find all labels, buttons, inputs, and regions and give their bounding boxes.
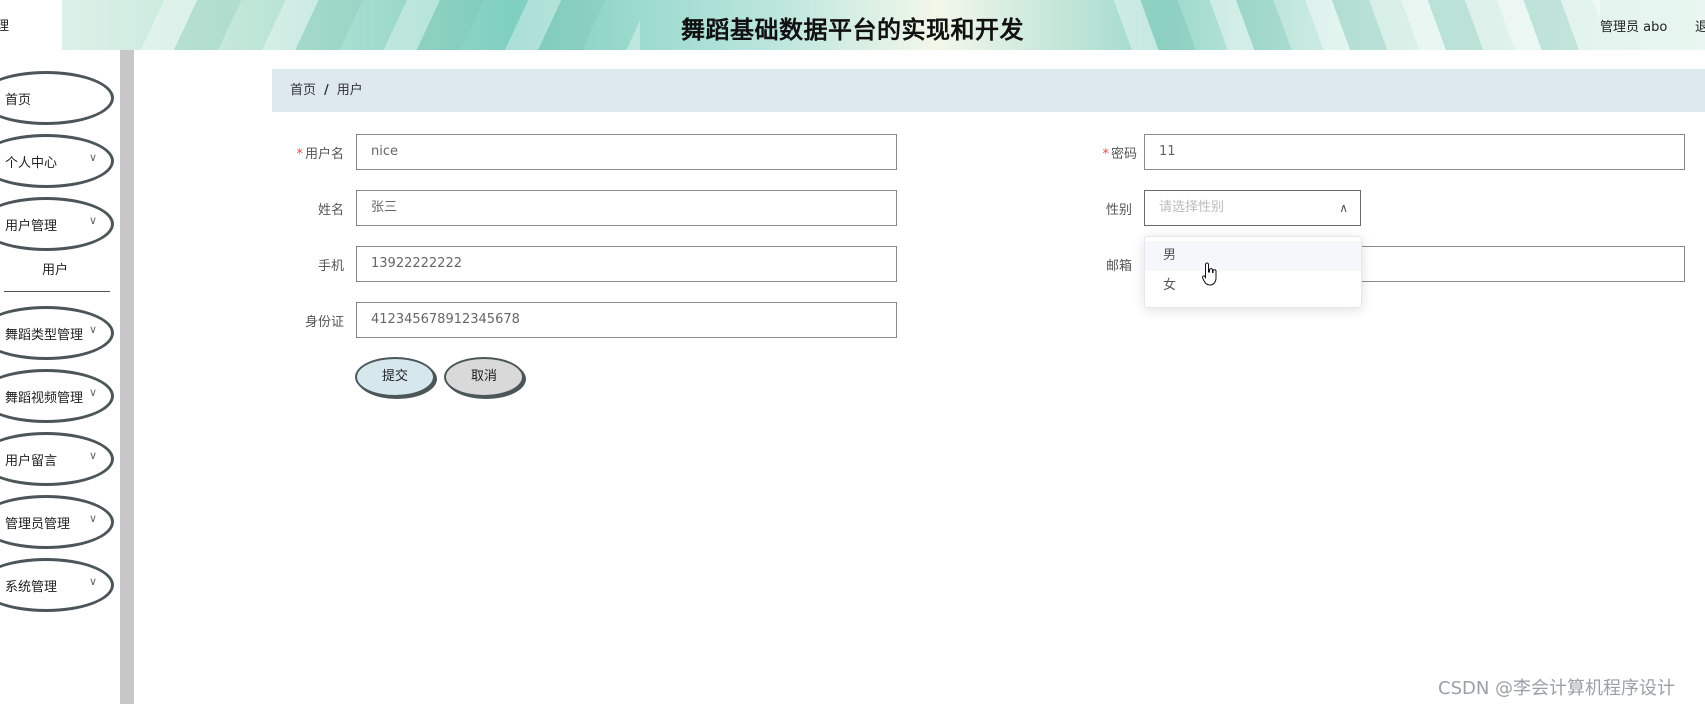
chevron-up-icon: ∧: [1339, 201, 1348, 215]
sidebar-item-label: 首页: [5, 93, 32, 108]
chevron-down-icon: ∨: [88, 449, 97, 462]
watermark: CSDN @李会计算机程序设计: [1438, 678, 1676, 699]
breadcrumb-home[interactable]: 首页: [290, 83, 316, 98]
chevron-down-icon: ∨: [88, 575, 97, 588]
cancel-button[interactable]: 取消: [444, 357, 524, 397]
sidebar-item-label: 个人中心: [5, 156, 58, 171]
logout-link[interactable]: 退出: [1695, 16, 1705, 35]
sidebar-item-dance-video-management[interactable]: 舞蹈视频管理 ∨: [0, 369, 114, 423]
breadcrumb: 首页 / 用户: [272, 69, 1705, 112]
sidebar-item-label: 管理员管理: [5, 517, 71, 532]
chevron-down-icon: ∨: [88, 386, 97, 399]
sidebar-item-user-messages[interactable]: 用户留言 ∨: [0, 432, 114, 486]
sidebar-item-user-management[interactable]: 用户管理 ∨: [0, 197, 114, 251]
sidebar-item-label: 用户留言: [5, 454, 58, 469]
sidebar-item-system-management[interactable]: 系统管理 ∨: [0, 558, 114, 612]
breadcrumb-separator: /: [324, 83, 329, 98]
name-label: 姓名: [317, 203, 344, 218]
email-label: 邮箱: [1105, 259, 1132, 274]
app-title: 舞蹈基础数据平台的实现和开发: [681, 16, 1024, 44]
gender-label: 性别: [1105, 203, 1132, 218]
password-label-text: 密码: [1110, 147, 1137, 162]
hand-cursor-icon: [1202, 262, 1217, 286]
name-input[interactable]: 张三: [356, 190, 897, 226]
sidebar-item-label: 系统管理: [5, 580, 58, 595]
gender-select[interactable]: 请选择性别 ∧: [1144, 190, 1361, 226]
required-marker: *: [296, 147, 303, 162]
chevron-down-icon: ∨: [88, 512, 97, 525]
username-label-text: 用户名: [304, 147, 344, 162]
gender-option-male[interactable]: 男: [1145, 241, 1361, 271]
sidebar-item-label: 舞蹈类型管理: [5, 328, 84, 343]
sidebar-subitem-underline: [4, 291, 110, 292]
password-label: * 密码: [1057, 143, 1137, 162]
gender-dropdown: 男 女: [1144, 236, 1362, 308]
sidebar-subitem-user[interactable]: 用户: [0, 259, 110, 278]
required-marker: *: [1102, 147, 1109, 162]
sidebar-item-label: 舞蹈视频管理: [5, 391, 84, 406]
sidebar-item-home[interactable]: 首页: [0, 71, 114, 125]
current-user: 管理员 abo: [1600, 20, 1668, 35]
sidebar-scrollbar[interactable]: [120, 50, 134, 704]
chevron-down-icon: ∨: [88, 323, 97, 336]
username-input[interactable]: nice: [356, 134, 897, 170]
chevron-down-icon: ∨: [88, 151, 97, 164]
sidebar: 首页 个人中心 ∨ 用户管理 ∨ 舞蹈类型管理 ∨ 舞蹈视频管理 ∨ 用户留言 …: [0, 50, 120, 704]
phone-input[interactable]: 13922222222: [356, 246, 897, 282]
chevron-down-icon: ∨: [88, 214, 97, 227]
sidebar-item-dance-type-management[interactable]: 舞蹈类型管理 ∨: [0, 306, 114, 360]
sidebar-item-label: 用户管理: [5, 219, 58, 234]
sidebar-item-admin-management[interactable]: 管理员管理 ∨: [0, 495, 114, 549]
username-label: * 用户名: [264, 143, 344, 162]
breadcrumb-current: 用户: [336, 83, 363, 98]
gender-option-female[interactable]: 女: [1145, 271, 1361, 301]
sidebar-item-personal-center[interactable]: 个人中心 ∨: [0, 134, 114, 188]
phone-label: 手机: [317, 259, 344, 274]
gender-select-placeholder: 请选择性别: [1159, 200, 1225, 215]
id-card-label: 身份证: [304, 315, 344, 330]
id-card-input[interactable]: 412345678912345678: [356, 302, 897, 338]
submit-button[interactable]: 提交: [355, 357, 435, 397]
top-header: 理 舞蹈基础数据平台的实现和开发 管理员 abo 退出: [0, 0, 1705, 50]
password-input[interactable]: 11: [1144, 134, 1685, 170]
